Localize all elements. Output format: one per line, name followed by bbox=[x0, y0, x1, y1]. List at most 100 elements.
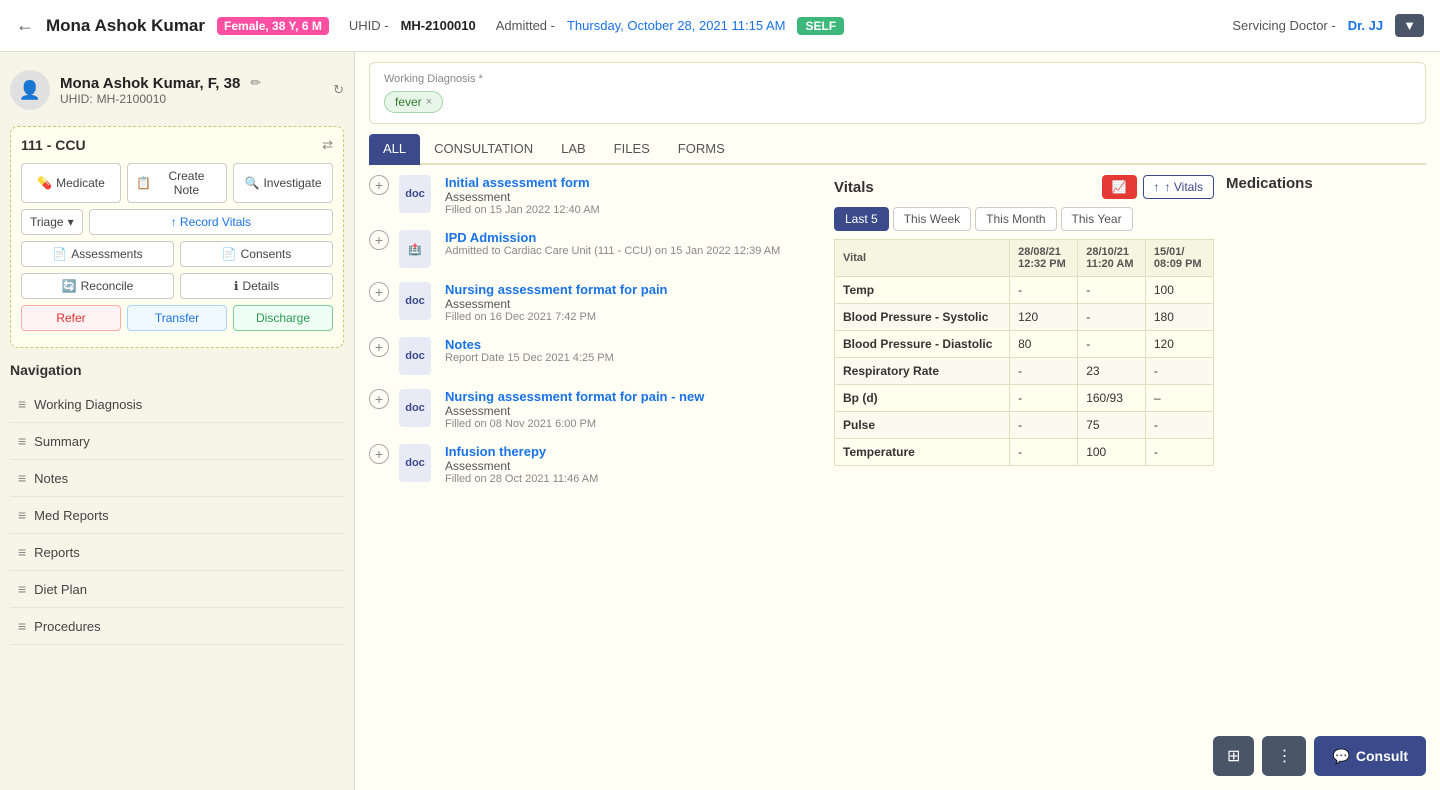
investigate-icon: 🔍 bbox=[245, 176, 260, 190]
vital-v2: 160/93 bbox=[1078, 385, 1146, 412]
nav-item-reports[interactable]: ≡Reports bbox=[10, 534, 344, 571]
vitals-col-vital: Vital bbox=[835, 240, 1010, 277]
vitals-column: Vitals 📈 ↑ ↑ Vitals Last 5This WeekThis … bbox=[834, 175, 1214, 499]
tab-all[interactable]: ALL bbox=[369, 134, 420, 165]
assessment-title[interactable]: Nursing assessment format for pain - new bbox=[445, 389, 822, 404]
discharge-button[interactable]: Discharge bbox=[233, 305, 333, 331]
assessment-title[interactable]: Infusion therepy bbox=[445, 444, 822, 459]
vital-v1: - bbox=[1010, 277, 1078, 304]
vital-v1: 120 bbox=[1010, 304, 1078, 331]
consents-button[interactable]: 📄 Consents bbox=[180, 241, 333, 267]
vitals-add-button[interactable]: ↑ ↑ Vitals bbox=[1143, 175, 1214, 199]
vital-v3: - bbox=[1145, 412, 1213, 439]
vital-v2: - bbox=[1078, 331, 1146, 358]
tab-forms[interactable]: FORMS bbox=[664, 134, 739, 165]
assessment-type: Assessment bbox=[445, 459, 822, 473]
medicate-button[interactable]: 💊 Medicate bbox=[21, 163, 121, 203]
vital-v3: 100 bbox=[1145, 277, 1213, 304]
tab-lab[interactable]: LAB bbox=[547, 134, 600, 165]
assessment-item: + doc Infusion therepy Assessment Filled… bbox=[369, 444, 822, 485]
nav-item-procedures[interactable]: ≡Procedures bbox=[10, 608, 344, 645]
remove-tag-icon[interactable]: × bbox=[426, 96, 432, 108]
vitals-filter-this-year[interactable]: This Year bbox=[1061, 207, 1133, 231]
edit-icon[interactable]: ✏ bbox=[250, 75, 261, 91]
assessment-title[interactable]: IPD Admission bbox=[445, 230, 822, 245]
servicing-doctor: Dr. JJ bbox=[1348, 18, 1383, 33]
vitals-filter-last-5[interactable]: Last 5 bbox=[834, 207, 889, 231]
vitals-row: Pulse - 75 - bbox=[835, 412, 1214, 439]
assessment-title[interactable]: Nursing assessment format for pain bbox=[445, 282, 822, 297]
vital-label: Respiratory Rate bbox=[835, 358, 1010, 385]
nav-icon-reports: ≡ bbox=[18, 544, 26, 560]
navigation-items: ≡Working Diagnosis≡Summary≡Notes≡Med Rep… bbox=[10, 386, 344, 645]
add-assessment-circle[interactable]: + bbox=[369, 230, 389, 250]
sidebar-patient-name: Mona Ashok Kumar, F, 38 bbox=[60, 75, 240, 92]
doc-icon: doc bbox=[399, 389, 431, 427]
back-button[interactable]: ← bbox=[16, 15, 34, 36]
assessment-date: Filled on 15 Jan 2022 12:40 AM bbox=[445, 204, 822, 216]
consult-button[interactable]: 💬 Consult bbox=[1314, 736, 1426, 776]
vitals-col-2: 28/10/2111:20 AM bbox=[1078, 240, 1146, 277]
refer-button[interactable]: Refer bbox=[21, 305, 121, 331]
vital-v3: - bbox=[1145, 439, 1213, 466]
nav-item-diet-plan[interactable]: ≡Diet Plan bbox=[10, 571, 344, 608]
admitted-prefix: Admitted - bbox=[496, 18, 555, 33]
triage-dropdown-icon: ▾ bbox=[68, 215, 74, 229]
assessment-item: + doc Notes Report Date 15 Dec 2021 4:25… bbox=[369, 337, 822, 375]
main-layout: 👤 Mona Ashok Kumar, F, 38 ✏ UHID: MH-210… bbox=[0, 52, 1440, 790]
nav-item-working-diagnosis[interactable]: ≡Working Diagnosis bbox=[10, 386, 344, 423]
vital-label: Pulse bbox=[835, 412, 1010, 439]
vital-v1: - bbox=[1010, 412, 1078, 439]
vital-label: Temp bbox=[835, 277, 1010, 304]
assessment-date: Filled on 08 Nov 2021 6:00 PM bbox=[445, 418, 822, 430]
grid-button[interactable]: ⊞ bbox=[1213, 736, 1254, 776]
nav-icon-med-reports: ≡ bbox=[18, 507, 26, 523]
transfer-button[interactable]: Transfer bbox=[127, 305, 227, 331]
nav-item-summary[interactable]: ≡Summary bbox=[10, 423, 344, 460]
more-options-button[interactable]: ⋮ bbox=[1262, 736, 1306, 776]
add-assessment-circle[interactable]: + bbox=[369, 282, 389, 302]
servicing-label: Servicing Doctor - bbox=[1232, 18, 1335, 33]
triage-button[interactable]: Triage ▾ bbox=[21, 209, 83, 235]
add-assessment-circle[interactable]: + bbox=[369, 337, 389, 357]
reconcile-button[interactable]: 🔄 Reconcile bbox=[21, 273, 174, 299]
vital-v2: 23 bbox=[1078, 358, 1146, 385]
vitals-filter-this-month[interactable]: This Month bbox=[975, 207, 1056, 231]
assessments-icon: 📄 bbox=[52, 247, 67, 261]
sidebar-uhid-label: UHID: bbox=[60, 92, 93, 106]
create-note-button[interactable]: 📋 Create Note bbox=[127, 163, 227, 203]
refer-transfer-discharge-row: Refer Transfer Discharge bbox=[21, 305, 333, 331]
add-assessment-circle[interactable]: + bbox=[369, 389, 389, 409]
assessments-button[interactable]: 📄 Assessments bbox=[21, 241, 174, 267]
refresh-icon[interactable]: ↻ bbox=[333, 82, 344, 98]
gender-badge: Female, 38 Y, 6 M bbox=[217, 17, 329, 35]
nav-item-med-reports[interactable]: ≡Med Reports bbox=[10, 497, 344, 534]
diagnosis-tag-fever[interactable]: fever × bbox=[384, 91, 443, 113]
record-vitals-button[interactable]: ↑ Record Vitals bbox=[89, 209, 333, 235]
details-button[interactable]: ℹ Details bbox=[180, 273, 333, 299]
investigate-button[interactable]: 🔍 Investigate bbox=[233, 163, 333, 203]
transfer-arrows-icon[interactable]: ⇄ bbox=[322, 137, 333, 153]
doc-icon: 🏥 bbox=[399, 230, 431, 268]
vital-label: Bp (d) bbox=[835, 385, 1010, 412]
nav-item-notes[interactable]: ≡Notes bbox=[10, 460, 344, 497]
vitals-chart-button[interactable]: 📈 bbox=[1102, 175, 1137, 199]
medicate-icon: 💊 bbox=[37, 176, 52, 190]
add-assessment-circle[interactable]: + bbox=[369, 444, 389, 464]
vitals-filter-this-week[interactable]: This Week bbox=[893, 207, 971, 231]
vitals-col-1: 28/08/2112:32 PM bbox=[1010, 240, 1078, 277]
vital-v2: - bbox=[1078, 304, 1146, 331]
vital-v1: 80 bbox=[1010, 331, 1078, 358]
nav-icon-procedures: ≡ bbox=[18, 618, 26, 634]
medications-title: Medications bbox=[1226, 175, 1426, 192]
servicing-dropdown-button[interactable]: ▼ bbox=[1395, 14, 1424, 37]
tab-consultation[interactable]: CONSULTATION bbox=[420, 134, 547, 165]
add-assessment-circle[interactable]: + bbox=[369, 175, 389, 195]
vitals-actions: 📈 ↑ ↑ Vitals bbox=[1102, 175, 1214, 199]
action-row-1: 💊 Medicate 📋 Create Note 🔍 Investigate bbox=[21, 163, 333, 203]
assessment-title[interactable]: Initial assessment form bbox=[445, 175, 822, 190]
vital-label: Temperature bbox=[835, 439, 1010, 466]
assessment-title[interactable]: Notes bbox=[445, 337, 822, 352]
tab-files[interactable]: FILES bbox=[600, 134, 664, 165]
self-badge: SELF bbox=[797, 17, 844, 35]
